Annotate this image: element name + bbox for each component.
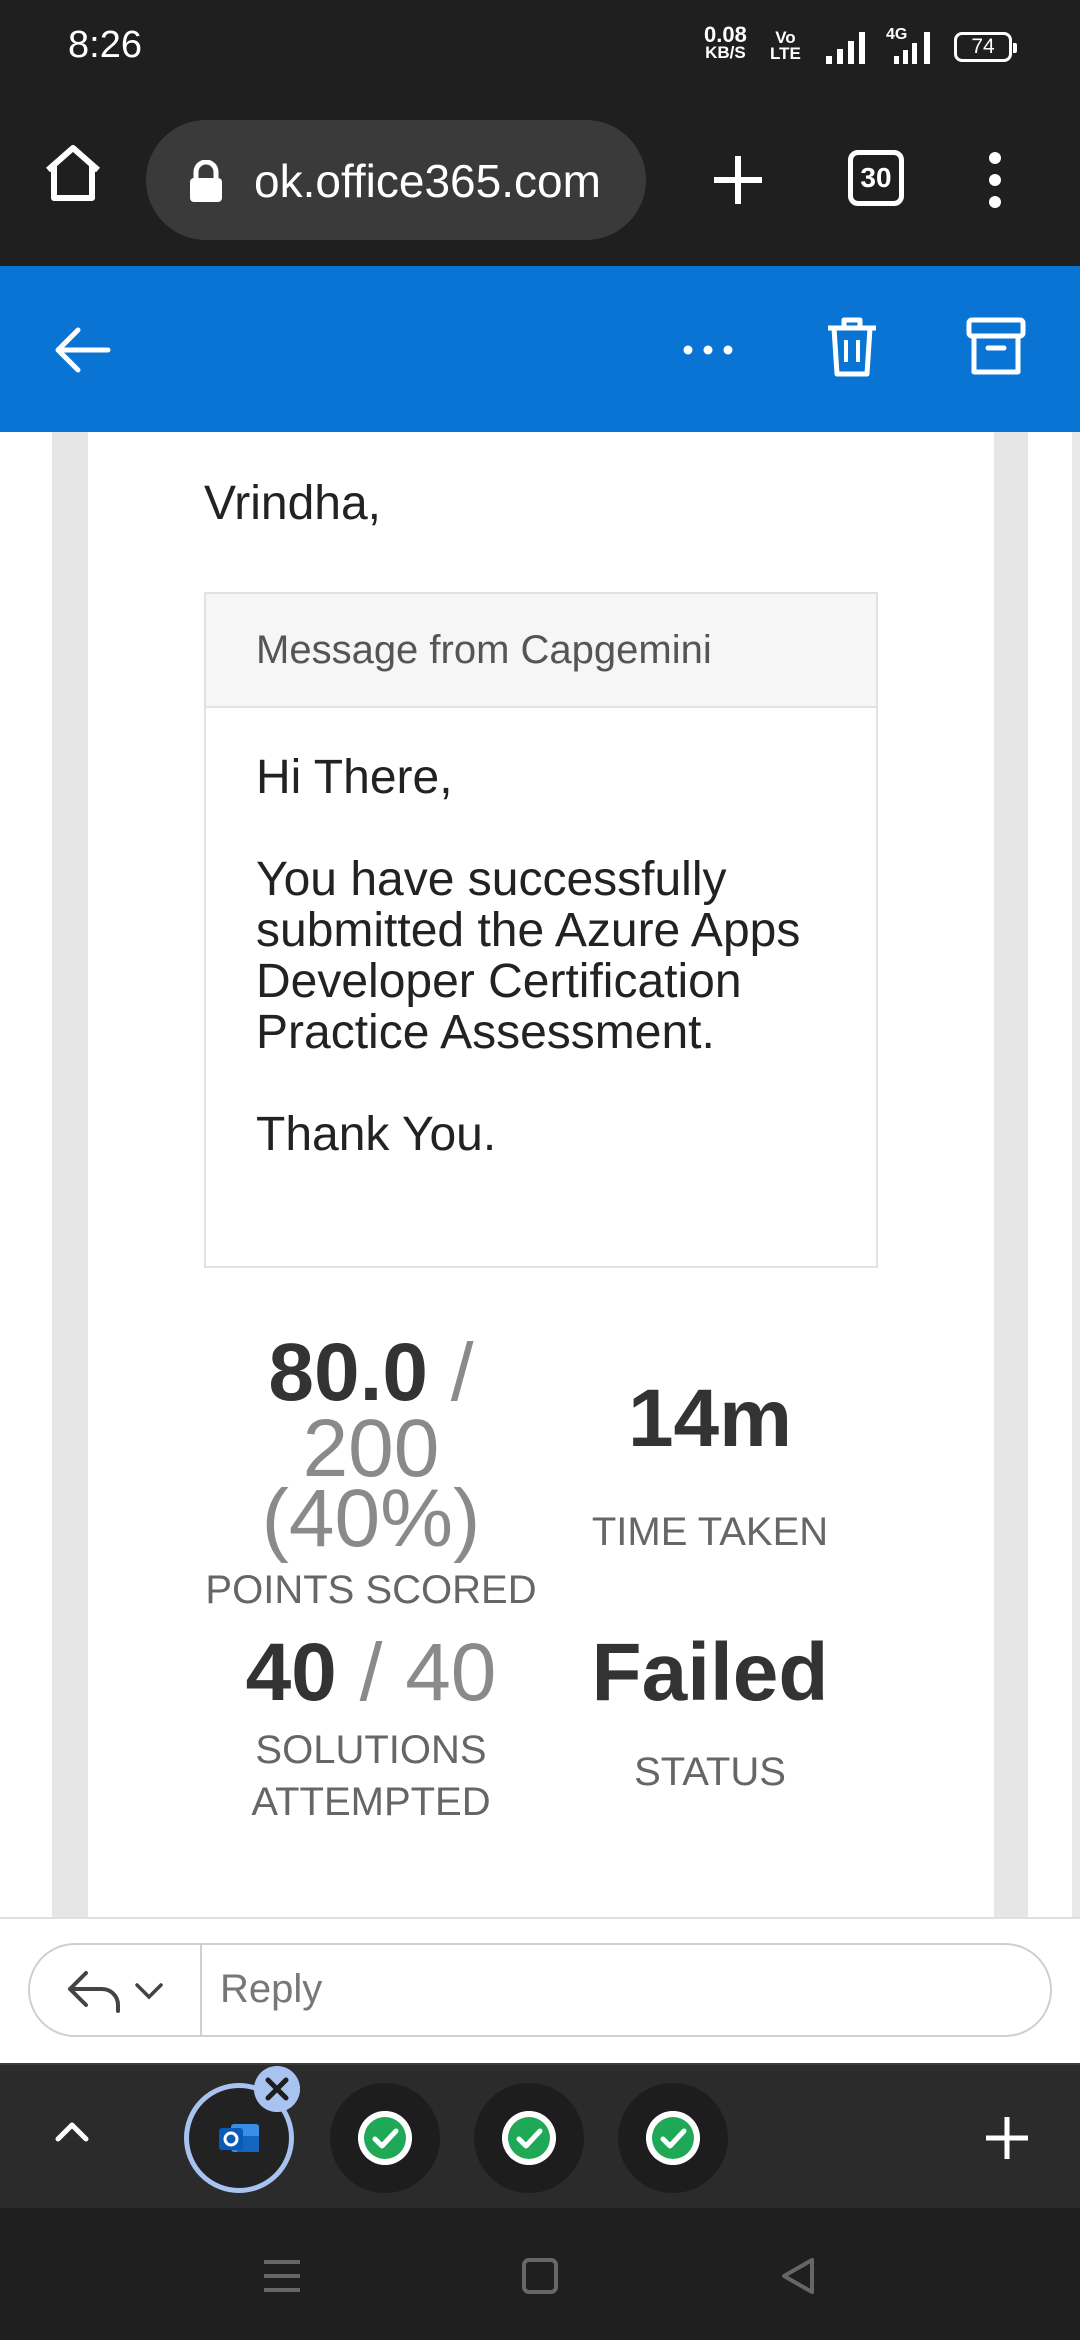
mail-greeting: Vrindha,	[204, 477, 381, 530]
lock-icon	[190, 160, 222, 202]
check-icon	[502, 2111, 556, 2165]
close-icon[interactable]	[254, 2066, 300, 2112]
mail-body-viewport[interactable]: Vrindha, Message from Capgemini Hi There…	[0, 432, 1080, 1917]
kebab-menu-icon[interactable]	[980, 150, 1010, 210]
chevron-down-icon[interactable]	[134, 1979, 164, 2003]
status-label: STATUS	[634, 1750, 786, 1794]
home-icon[interactable]	[40, 140, 106, 206]
points-separator: /	[450, 1327, 474, 1418]
check-icon	[646, 2111, 700, 2165]
reply-divider	[200, 1945, 202, 2035]
message-box: Message from Capgemini Hi There, You hav…	[204, 592, 878, 1268]
tab-strip	[0, 2063, 1080, 2208]
outlook-icon	[219, 2124, 259, 2152]
chevron-up-icon[interactable]	[52, 2111, 92, 2151]
back-arrow-icon[interactable]	[52, 320, 112, 380]
home-square-icon[interactable]	[522, 2258, 558, 2294]
message-text: Hi There, You have successfully submitte…	[206, 708, 876, 1160]
status-value: Failed	[591, 1627, 829, 1718]
signal-strength-icon	[826, 32, 865, 64]
address-bar[interactable]: ok.office365.com	[146, 120, 646, 240]
message-line-thanks: Thank You.	[256, 1108, 497, 1161]
reply-bar: Reply	[0, 1917, 1080, 2063]
points-scored-value: 80.0 / 200 (40%)	[204, 1332, 538, 1560]
battery-indicator: 74	[954, 32, 1017, 62]
recents-icon[interactable]	[262, 2258, 302, 2294]
time-taken-stat: 14m TIME TAKEN	[560, 1378, 860, 1555]
message-header: Message from Capgemini	[206, 594, 876, 708]
network-speed-unit: KB/S	[705, 43, 746, 62]
points-scored-stat: 80.0 / 200 (40%) POINTS SCORED	[204, 1332, 538, 1613]
signal-strength-4g-icon	[894, 32, 930, 64]
status-bar: 8:26 0.08 KB/S Vo LTE 4G 74	[0, 0, 1080, 96]
check-icon	[358, 2111, 412, 2165]
browser-toolbar: ok.office365.com 30	[0, 96, 1080, 266]
tabs-button[interactable]: 30	[848, 150, 904, 206]
solutions-separator: /	[359, 1627, 383, 1718]
solutions-attempted-label: SOLUTIONS ATTEMPTED	[251, 1728, 491, 1824]
points-percent: (40%)	[261, 1473, 481, 1564]
message-line-submitted: You have successfully submitted the Azur…	[256, 853, 801, 1059]
solutions-total: 40	[405, 1627, 497, 1718]
scrollbar[interactable]	[1072, 432, 1080, 1917]
tab-check-3[interactable]	[618, 2083, 728, 2193]
url-text: ok.office365.com	[254, 155, 601, 207]
reply-input[interactable]: Reply	[220, 1967, 322, 2012]
network-speed-value: 0.08	[704, 22, 747, 47]
trash-icon[interactable]	[826, 314, 878, 380]
volte-bottom: LTE	[770, 44, 801, 63]
plus-icon[interactable]	[984, 2115, 1030, 2161]
volte-indicator: Vo LTE	[770, 29, 801, 63]
archive-icon[interactable]	[966, 316, 1026, 378]
status-stat: Failed STATUS	[560, 1632, 860, 1795]
solutions-attempted-stat: 40 / 40 SOLUTIONS ATTEMPTED	[204, 1632, 538, 1828]
solutions-attempted-number: 40	[245, 1627, 337, 1718]
more-horizontal-icon[interactable]	[680, 332, 736, 368]
tab-check-1[interactable]	[330, 2083, 440, 2193]
mail-app-bar	[0, 266, 1080, 432]
reply-icon[interactable]	[64, 1967, 124, 2015]
points-scored-label: POINTS SCORED	[205, 1568, 537, 1612]
new-tab-button[interactable]	[710, 152, 766, 208]
time-taken-value: 14m	[627, 1373, 793, 1464]
tab-check-2[interactable]	[474, 2083, 584, 2193]
status-time: 8:26	[68, 24, 142, 66]
system-navigation-bar	[0, 2208, 1080, 2340]
back-triangle-icon[interactable]	[778, 2256, 818, 2296]
network-speed: 0.08 KB/S	[704, 22, 747, 62]
message-line-hi: Hi There,	[256, 751, 453, 804]
reply-composer[interactable]: Reply	[28, 1943, 1052, 2037]
time-taken-label: TIME TAKEN	[591, 1510, 829, 1554]
